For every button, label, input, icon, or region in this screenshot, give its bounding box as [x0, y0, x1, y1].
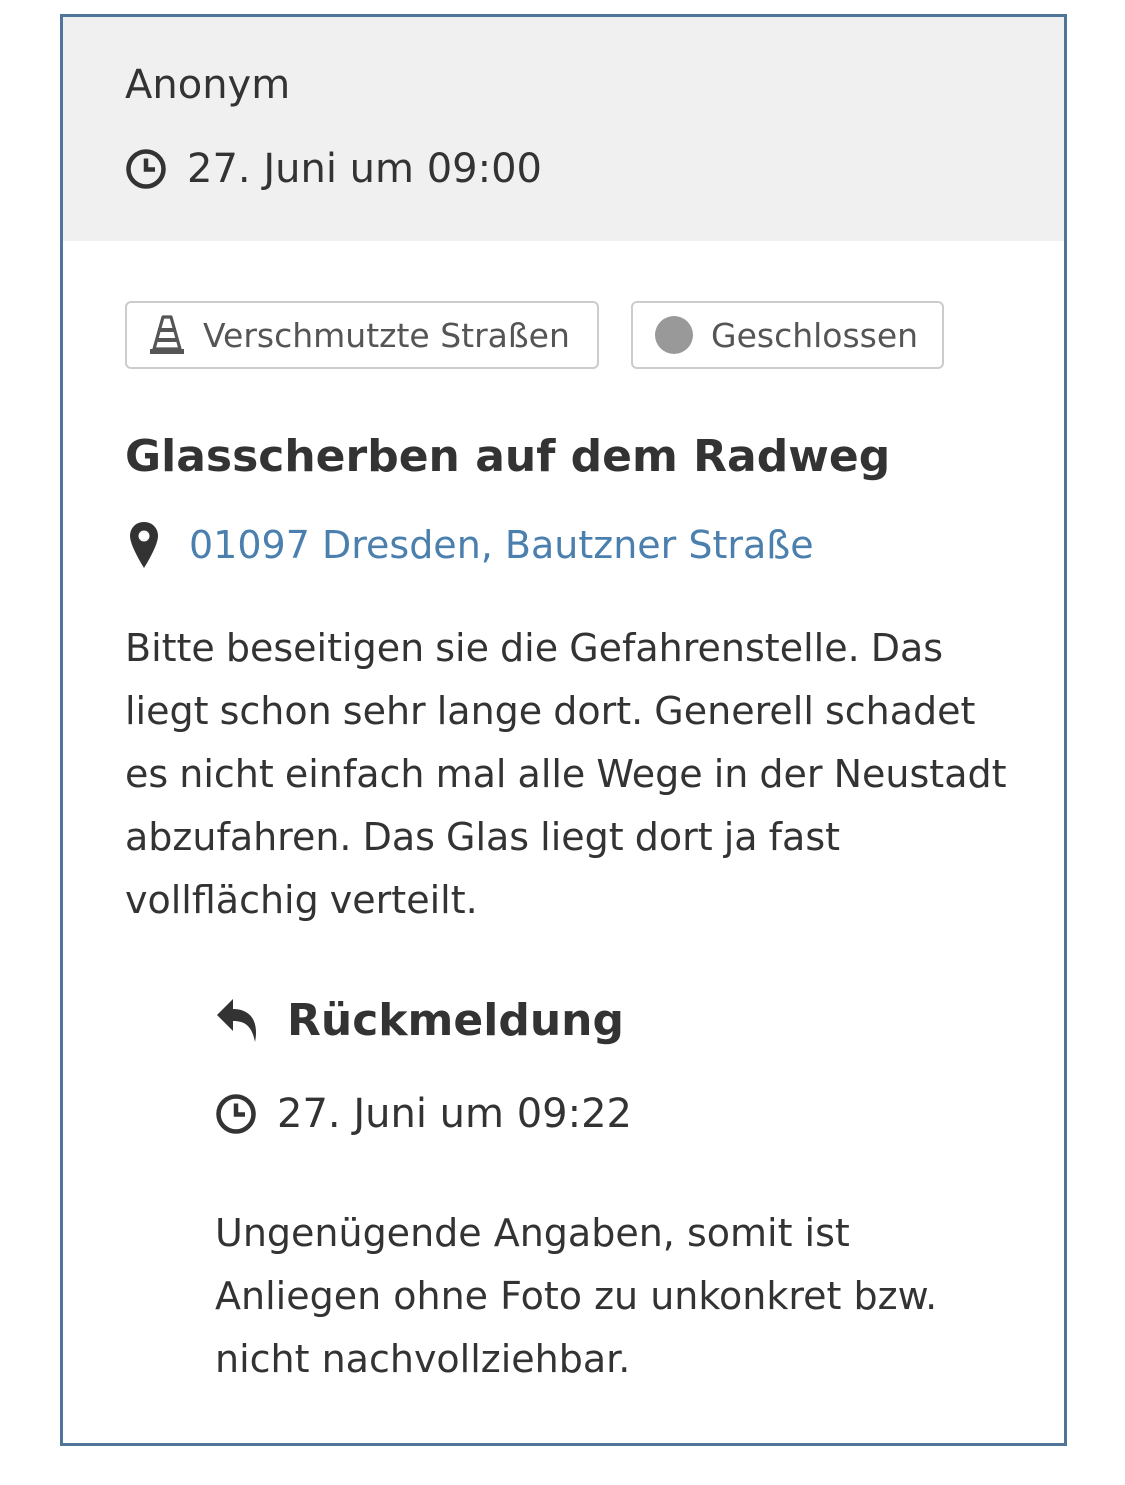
- response-heading-row: Rückmeldung: [215, 987, 624, 1053]
- clock-icon: [216, 1094, 256, 1134]
- report-title: Glasscherben auf dem Radweg: [125, 431, 891, 482]
- author-name: Anonym: [125, 62, 291, 108]
- response-heading: Rückmeldung: [287, 994, 624, 1046]
- report-time-text: 27. Juni um 09:00: [187, 146, 542, 192]
- clock-icon: [126, 149, 166, 189]
- response-text: Ungenügende Angaben, somit ist Anliegen …: [215, 1211, 938, 1381]
- reply-arrow-icon: [217, 999, 257, 1042]
- response-time-text: 27. Juni um 09:22: [277, 1091, 632, 1137]
- report-card: Anonym 27. Juni um 09:00 Verschmutzte St…: [60, 14, 1067, 1446]
- location-row: 01097 Dresden, Bautzner Straße: [129, 517, 814, 573]
- status-badge[interactable]: Geschlossen: [631, 301, 944, 369]
- status-dot-icon: [655, 316, 693, 354]
- traffic-cone-icon: [150, 315, 184, 354]
- status-label: Geschlossen: [711, 315, 919, 355]
- map-pin-icon: [130, 522, 158, 568]
- report-header: Anonym 27. Juni um 09:00: [63, 17, 1064, 241]
- category-label: Verschmutzte Straßen: [203, 315, 570, 355]
- report-timestamp: 27. Juni um 09:00: [125, 141, 542, 197]
- category-tag[interactable]: Verschmutzte Straßen: [125, 301, 599, 369]
- response-timestamp: 27. Juni um 09:22: [215, 1086, 632, 1142]
- report-description: Bitte beseitigen sie die Gefahrenstelle.…: [125, 626, 1007, 922]
- location-link[interactable]: 01097 Dresden, Bautzner Straße: [189, 523, 814, 567]
